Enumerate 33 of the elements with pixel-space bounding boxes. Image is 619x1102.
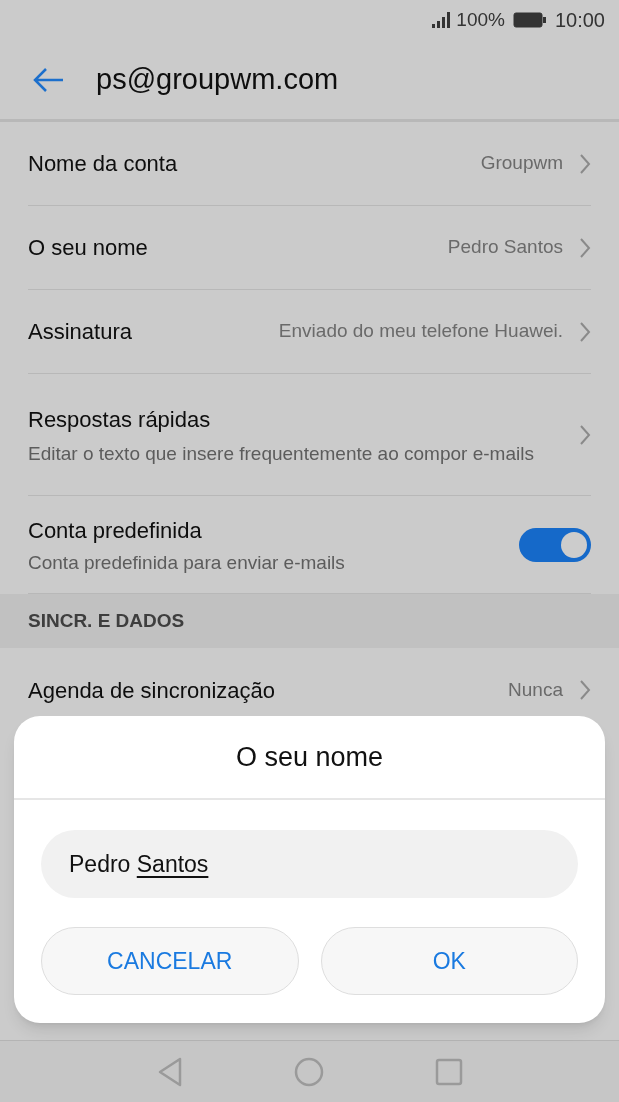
clock: 10:00 xyxy=(554,8,605,33)
setting-value: Groupwm xyxy=(480,151,563,176)
settings-row[interactable]: Respostas rápidas Editar o texto que insere frequentemente ao compor e-mails xyxy=(28,374,591,496)
setting-title: Nome da conta xyxy=(28,150,179,178)
setting-title: Conta predefinida xyxy=(28,517,203,546)
page-title: ps@groupwm.com xyxy=(96,61,339,97)
signal-icon xyxy=(432,12,453,28)
setting-title: Agenda de sincronização xyxy=(28,676,277,705)
settings-row[interactable]: O seu nome Pedro Santos xyxy=(28,206,591,290)
toggle-switch[interactable] xyxy=(519,527,591,562)
chevron-right-icon xyxy=(579,423,591,446)
setting-title: O seu nome xyxy=(28,234,149,262)
chevron-right-icon xyxy=(579,679,591,701)
chevron-right-icon xyxy=(579,152,591,175)
chevron-right-icon xyxy=(579,320,591,343)
setting-title: Respostas rápidas xyxy=(28,405,212,434)
section-header: SINCR. E DADOS xyxy=(0,594,619,648)
battery-percentage: 100% xyxy=(456,7,505,32)
setting-description: Editar o texto que insere frequentemente ao compor e-mails xyxy=(28,441,535,466)
input-field[interactable]: Pedro Santos xyxy=(41,830,578,898)
setting-title: Assinatura xyxy=(28,318,133,346)
setting-description: Conta predefinida para enviar e-mails xyxy=(28,551,346,575)
dialog-title: O seu nome xyxy=(235,740,384,774)
settings-row[interactable]: Assinatura Enviado do meu telefone Huawei. xyxy=(28,290,591,374)
settings-row[interactable]: Nome da conta Groupwm xyxy=(28,122,591,206)
chevron-right-icon xyxy=(579,236,591,259)
setting-value: Enviado do meu telefone Huawei. xyxy=(278,319,563,344)
dialog-button[interactable]: CANCELAR xyxy=(41,927,299,995)
setting-value: Pedro Santos xyxy=(447,235,563,260)
battery-icon xyxy=(512,12,547,28)
settings-row[interactable]: Agenda de sincronização Nunca xyxy=(28,648,591,732)
setting-value: Nunca xyxy=(508,677,563,702)
dialog-button[interactable]: OK xyxy=(320,927,578,995)
